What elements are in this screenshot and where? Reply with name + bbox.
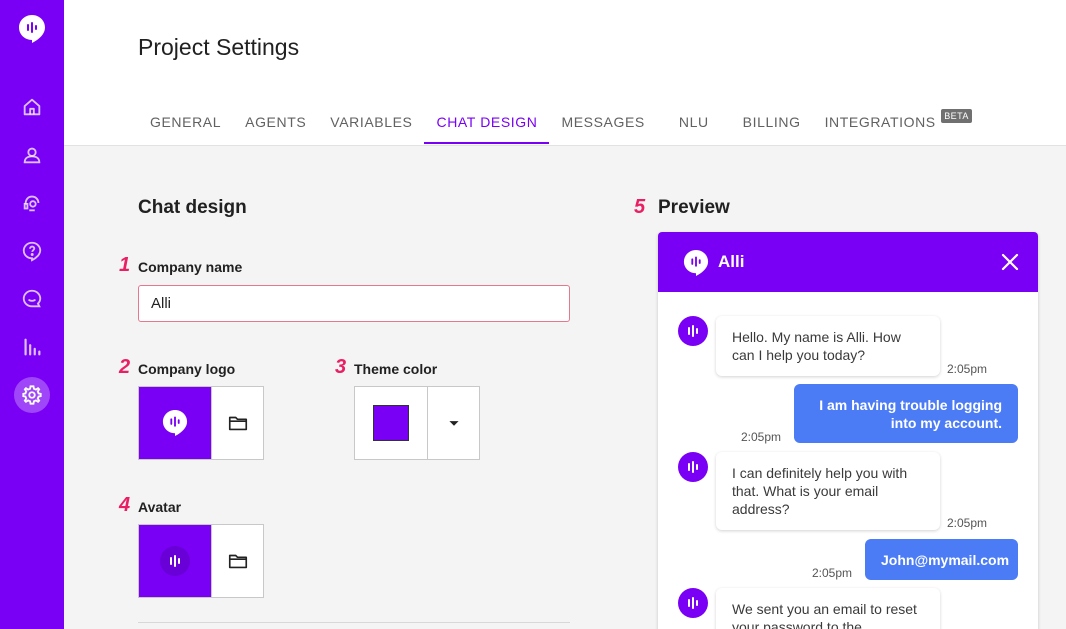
sidebar-item-analytics[interactable] [16, 331, 48, 363]
bot-avatar [678, 588, 708, 618]
message-time: 2:05pm [741, 430, 782, 444]
company-name-input[interactable] [138, 285, 570, 322]
home-icon [23, 98, 41, 116]
user-message: I am having trouble logging into my acco… [794, 384, 1018, 443]
tab-messages[interactable]: MESSAGES [549, 100, 656, 144]
user-message: John@mymail.com [865, 539, 1018, 580]
chat-header: Alli [658, 232, 1038, 292]
tab-billing[interactable]: BILLING [731, 100, 813, 144]
company-logo-preview [139, 387, 212, 459]
sidebar-item-users[interactable] [16, 139, 48, 171]
voice-bars-icon [688, 325, 698, 337]
chat-preview-window: Alli Hello. My name is Alli. How can I h… [658, 232, 1038, 629]
bot-avatar [678, 452, 708, 482]
step-number: 3 [335, 356, 347, 378]
divider [138, 622, 570, 623]
agent-icon [23, 195, 40, 212]
step-number: 5 [634, 196, 646, 218]
sidebar-item-home[interactable] [16, 91, 48, 123]
user-icon [23, 147, 41, 164]
sidebar-item-help[interactable] [16, 235, 48, 267]
sidebar-item-settings[interactable] [14, 377, 50, 413]
theme-color-dropdown-button[interactable] [427, 387, 479, 459]
sidebar [0, 0, 64, 629]
theme-color-swatch-wrap [355, 387, 427, 459]
folder-icon [228, 554, 247, 569]
voice-bars-icon [170, 555, 181, 567]
chat-logo-icon [683, 250, 709, 276]
close-icon[interactable] [1000, 252, 1020, 272]
tab-integrations[interactable]: INTEGRATIONS BETA [813, 100, 972, 144]
theme-color-label: Theme color [354, 361, 438, 377]
beta-badge: BETA [941, 109, 972, 123]
company-logo-picker [138, 386, 264, 460]
avatar-upload-button[interactable] [211, 525, 263, 597]
bot-message: We sent you an email to reset your passw… [716, 588, 940, 629]
theme-color-swatch[interactable] [373, 405, 410, 441]
voice-bars-icon [688, 461, 698, 473]
theme-color-picker [354, 386, 480, 460]
preview-title: Preview [658, 197, 730, 218]
company-logo-label: Company logo [138, 361, 236, 377]
settings-tabs: GENERAL AGENTS VARIABLES CHAT DESIGN MES… [138, 100, 972, 146]
bot-message: Hello. My name is Alli. How can I help y… [716, 316, 940, 376]
avatar-preview [139, 525, 212, 597]
help-icon [22, 241, 42, 262]
avatar-label: Avatar [138, 499, 182, 515]
header: Project Settings GENERAL AGENTS VARIABLE… [64, 0, 1066, 146]
message-time: 2:05pm [947, 362, 988, 376]
tab-nlu[interactable]: NLU [657, 100, 731, 144]
page-title: Project Settings [138, 34, 300, 60]
settings-icon [22, 385, 42, 405]
analytics-icon [24, 338, 41, 356]
sidebar-item-chat[interactable] [16, 283, 48, 315]
tab-agents[interactable]: AGENTS [233, 100, 318, 144]
tab-general[interactable]: GENERAL [138, 100, 233, 144]
avatar-circle [160, 546, 191, 576]
chat-title: Alli [718, 252, 745, 271]
caret-down-icon [449, 421, 459, 426]
message-time: 2:05pm [812, 566, 853, 580]
tab-chat-design[interactable]: CHAT DESIGN [424, 100, 550, 144]
tab-variables[interactable]: VARIABLES [318, 100, 424, 144]
app-logo-icon[interactable] [18, 14, 46, 44]
avatar-picker [138, 524, 264, 598]
voice-bars-icon [688, 597, 698, 609]
tab-integrations-label: INTEGRATIONS [824, 114, 936, 130]
company-name-label: Company name [138, 259, 243, 275]
message-time: 2:05pm [947, 516, 988, 530]
bot-avatar [678, 316, 708, 346]
bot-message: I can definitely help you with that. Wha… [716, 452, 940, 530]
chat-icon [22, 289, 42, 308]
step-number: 4 [119, 494, 131, 516]
section-title: Chat design [138, 197, 247, 218]
step-number: 2 [119, 356, 131, 378]
logo-bubble-icon [163, 410, 188, 436]
folder-icon [228, 416, 247, 431]
company-logo-upload-button[interactable] [211, 387, 263, 459]
step-number: 1 [119, 254, 131, 276]
sidebar-item-agents[interactable] [16, 187, 48, 219]
